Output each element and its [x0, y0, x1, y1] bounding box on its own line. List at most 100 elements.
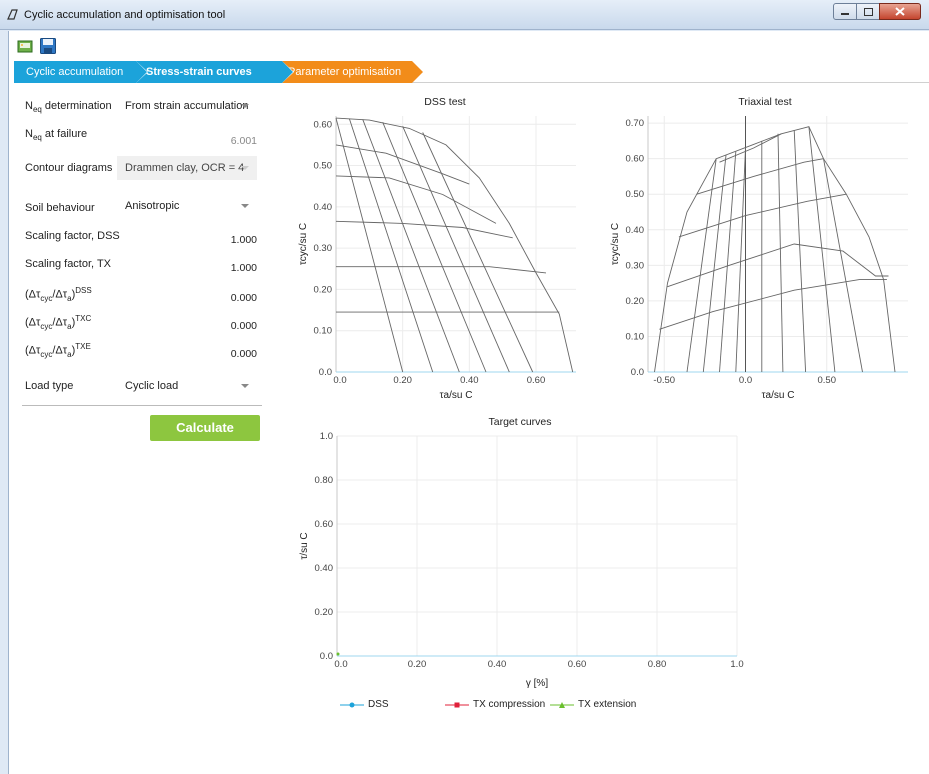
x-tick-label: 0.80	[648, 659, 667, 670]
tab-label: Stress-strain curves	[146, 66, 252, 78]
neq-failure-row: Neq at failure 6.001	[25, 124, 261, 147]
minimize-icon	[841, 12, 849, 15]
y-tick-label: 0.80	[315, 475, 334, 486]
x-tick-label: 0.0	[739, 375, 752, 386]
load-type-label: Load type	[25, 380, 74, 392]
x-tick-label: 0.20	[393, 375, 412, 386]
chevron-down-icon	[241, 104, 249, 108]
minimize-button[interactable]	[833, 3, 857, 20]
legend-txc: TX compression	[473, 699, 546, 710]
scaling-tx-label: Scaling factor, TX	[25, 258, 112, 270]
y-tick-label: 0.30	[314, 243, 333, 254]
legend-txe-marker	[550, 702, 574, 708]
target-curves-chart: 0.0 0.20 0.40 0.60 0.80 1.0 0.0 0.20 0.40 0.60 0.8…	[299, 431, 744, 689]
x-tick-label: 0.40	[488, 659, 507, 670]
scaling-tx-field[interactable]: 1.000	[231, 262, 257, 274]
window-title: Cyclic accumulation and optimisation too…	[24, 9, 226, 21]
scaling-dss-field[interactable]: 1.000	[231, 234, 257, 246]
calculate-button[interactable]: Calculate	[150, 415, 260, 441]
scaling-dss-row: Scaling factor, DSS 1.000	[25, 226, 261, 246]
open-file-button[interactable]	[16, 38, 33, 54]
legend-txe: TX extension	[578, 699, 637, 710]
x-tick-label: 0.60	[568, 659, 587, 670]
soil-behaviour-label: Soil behaviour	[25, 202, 95, 214]
y-tick-label: 0.20	[315, 607, 334, 618]
chart-legend: DSS TX compression TX extension	[330, 698, 660, 712]
x-tick-label: 0.0	[334, 659, 347, 670]
ratio-dss-label: (Δτcyc/Δτa)DSS	[25, 286, 92, 303]
close-icon	[895, 7, 905, 16]
y-tick-label: 0.50	[314, 161, 333, 172]
panel-divider	[22, 405, 262, 406]
y-tick-label: 0.50	[626, 189, 645, 200]
chevron-down-icon	[241, 204, 249, 208]
x-tick-label: 1.0	[730, 659, 743, 670]
y-tick-label: 0.60	[315, 519, 334, 530]
ratio-dss-field[interactable]: 0.000	[231, 292, 257, 304]
x-tick-label: 0.50	[818, 375, 837, 386]
y-axis-label: τcyc/su C	[610, 223, 621, 265]
soil-behaviour-row: Soil behaviour Anisotropic	[25, 198, 261, 218]
plot-area	[337, 436, 737, 656]
ratio-txc-row: (Δτcyc/Δτa)TXC 0.000	[25, 310, 261, 332]
neq-determination-select[interactable]: From strain accumulation	[117, 96, 257, 116]
x-tick-label: 0.20	[408, 659, 427, 670]
soil-behaviour-value: Anisotropic	[125, 200, 180, 212]
ratio-txe-row: (Δτcyc/Δτa)TXE 0.000	[25, 338, 261, 360]
y-tick-label: 0.20	[314, 284, 333, 295]
dss-chart: 0.0 0.10 0.20 0.30 0.40 0.50 0.60 0.0 0.20 0.40 0.…	[298, 116, 576, 401]
data-point	[336, 652, 340, 656]
y-tick-label: 0.0	[631, 367, 644, 378]
y-tick-label: 1.0	[320, 431, 333, 442]
y-tick-label: 0.40	[315, 563, 334, 574]
ratio-txc-field[interactable]: 0.000	[231, 320, 257, 332]
title-bar: Cyclic accumulation and optimisation too…	[0, 0, 929, 30]
legend-txc-marker	[445, 702, 469, 708]
tab-label: Parameter optimisation	[288, 66, 402, 78]
y-tick-label: 0.30	[626, 260, 645, 271]
window-controls	[833, 3, 921, 20]
chevron-down-icon	[241, 166, 249, 170]
load-type-row: Load type Cyclic load	[25, 376, 261, 396]
ratio-txe-field[interactable]: 0.000	[231, 348, 257, 360]
soil-behaviour-select[interactable]: Anisotropic	[117, 196, 257, 216]
contour-value: Drammen clay, OCR = 4	[125, 162, 245, 174]
x-tick-label: -0.50	[653, 375, 675, 386]
x-axis-label: τa/su C	[762, 390, 795, 401]
dss-chart-title: DSS test	[424, 96, 466, 108]
contour-label: Contour diagrams	[25, 162, 113, 174]
app-icon	[7, 9, 18, 20]
maximize-icon	[863, 7, 873, 16]
y-tick-label: 0.20	[626, 296, 645, 307]
contour-select[interactable]: Drammen clay, OCR = 4	[117, 156, 257, 180]
x-axis-label: γ [%]	[526, 678, 548, 689]
y-tick-label: 0.10	[626, 331, 645, 342]
legend-dss-marker	[340, 702, 364, 708]
load-type-value: Cyclic load	[125, 380, 179, 392]
triaxial-chart: 0.0 0.10 0.20 0.30 0.40 0.50 0.60 0.70 -0.50 0.0 0…	[610, 116, 908, 401]
load-type-select[interactable]: Cyclic load	[117, 376, 257, 396]
y-tick-label: 0.40	[314, 202, 333, 213]
neq-determination-row: Neq determination From strain accumulati…	[25, 96, 261, 116]
chevron-down-icon	[241, 384, 249, 388]
neq-determination-label: Neq determination	[25, 100, 112, 115]
ratio-txc-label: (Δτcyc/Δτa)TXC	[25, 314, 92, 331]
x-tick-label: 0.0	[333, 375, 346, 386]
step-tabs: Parameter optimisation Stress-strain cur…	[14, 61, 929, 83]
y-tick-label: 0.60	[626, 154, 645, 165]
tx-chart-title: Triaxial test	[738, 96, 792, 108]
scaling-dss-label: Scaling factor, DSS	[25, 230, 120, 242]
x-tick-label: 0.40	[460, 375, 479, 386]
toolbar	[16, 38, 56, 54]
ratio-txe-label: (Δτcyc/Δτa)TXE	[25, 342, 91, 359]
x-tick-label: 0.60	[527, 375, 546, 386]
tab-cyclic-accumulation[interactable]: Cyclic accumulation	[14, 61, 148, 83]
y-tick-label: 0.70	[626, 118, 645, 129]
save-button[interactable]	[39, 38, 56, 54]
y-axis-label: τcyc/su C	[298, 223, 309, 265]
legend-dss: DSS	[368, 699, 389, 710]
maximize-button[interactable]	[856, 3, 880, 20]
save-icon	[39, 38, 56, 54]
y-tick-label: 0.0	[320, 651, 333, 662]
close-button[interactable]	[879, 3, 921, 20]
